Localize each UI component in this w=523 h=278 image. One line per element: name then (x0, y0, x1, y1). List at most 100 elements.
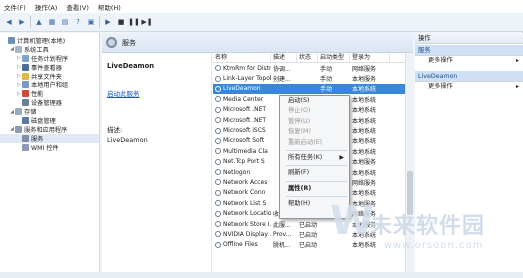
tree-item[interactable]: ◢ 服务和应用程序 (0, 125, 99, 134)
forward-icon[interactable]: ▶ (17, 17, 27, 27)
tree-item[interactable]: ▷ 任务计划程序 (0, 54, 99, 63)
service-name-cell: Network Locatio... (213, 210, 271, 217)
list-scrollbar[interactable] (405, 53, 413, 272)
tree-item-label: 任务计划程序 (31, 55, 69, 63)
tree-item-label: WMI 控件 (31, 144, 59, 152)
service-name-cell: Microsoft Soft (213, 137, 271, 144)
service-description: 创建... (273, 76, 291, 84)
properties-icon[interactable]: ▣ (86, 17, 96, 27)
stop-icon[interactable]: ■ (116, 17, 126, 27)
toolbar-divider (99, 16, 100, 28)
event-icon (22, 63, 29, 71)
menu-separator (286, 165, 347, 167)
service-gear-icon (215, 85, 221, 92)
tree-item[interactable]: ◢ 存储 (0, 107, 99, 116)
restart-icon[interactable]: ▶❚ (141, 17, 152, 27)
service-name: LiveDeamon (223, 85, 261, 93)
service-description-panel: LiveDeamon 启动此服务 描述: LiveDeamon (102, 53, 212, 272)
menu-bar: 文件(F) 操作(A) 查看(V) 帮助(H) (0, 0, 523, 13)
export-icon[interactable]: ▤ (60, 17, 70, 27)
scrollbar-thumb[interactable] (407, 171, 413, 215)
play-icon[interactable]: ▶ (103, 17, 113, 27)
service-logon: 本地服务 (352, 200, 377, 208)
menu-view[interactable]: 查看(V) (66, 2, 89, 12)
service-name: Link-Layer Topol... (223, 75, 271, 83)
more-actions-livedeamon[interactable]: 更多操作 (415, 82, 523, 91)
service-logon: 本地系统 (352, 107, 377, 115)
tree-item[interactable]: ◢ 系统工具 (0, 45, 99, 54)
service-name-cell: Network List S (213, 200, 271, 207)
back-icon[interactable]: ◀ (4, 17, 14, 27)
service-gear-icon (215, 96, 221, 103)
help-icon[interactable]: ? (73, 17, 83, 27)
tree-item[interactable]: 计算机管理(本地) (0, 36, 99, 45)
table-row[interactable]: KtmRm for Distri...协调... 手动 网络服务 (213, 63, 413, 73)
table-row[interactable]: Link-Layer Topol...创建... 手动 本地服务 (213, 73, 413, 83)
description-value: LiveDeamon (107, 136, 148, 144)
context-menu-item[interactable]: 刷新(F) (280, 168, 349, 178)
column-log-on-as[interactable]: 登录为 (350, 53, 390, 63)
show-hide-tree-icon[interactable]: ▦ (47, 17, 57, 27)
actions-section-livedeamon[interactable]: LiveDeamon (415, 71, 523, 82)
menu-separator (286, 149, 347, 151)
menu-file[interactable]: 文件(F) (4, 2, 26, 12)
table-row[interactable]: NVIDIA Display ... Prov... 已启动 本地系统 (213, 229, 413, 239)
service-name: Network Store I... (223, 220, 271, 228)
tree-item[interactable]: ▷ 性能 (0, 89, 99, 98)
service-gear-icon (215, 200, 221, 207)
service-logon: 本地系统 (352, 128, 377, 136)
up-icon[interactable]: ▲ (34, 17, 44, 27)
service-name: KtmRm for Distri... (223, 64, 271, 72)
tree-item-label: 性能 (31, 91, 44, 99)
service-startup-type: 手动 (320, 86, 333, 94)
service-name-cell: Offline Files (213, 241, 271, 248)
context-menu-item[interactable]: 属性(R) (280, 184, 349, 194)
toolbar-divider (30, 16, 31, 28)
start-service-link[interactable]: 启动此服务 (107, 88, 206, 98)
tree-item[interactable]: ▷ 本地用户和组 (0, 80, 99, 89)
service-name-cell: Network Conn (213, 189, 271, 196)
menu-help[interactable]: 帮助(H) (98, 2, 121, 12)
navigation-tree: 计算机管理(本地) ◢ 系统工具 ▷ 任务计划程序 ▷ 事件查看器 ▷ 共享文件夹 ▷ 本地用户和组… (0, 33, 100, 272)
tree-item[interactable]: 磁盘管理 (0, 116, 99, 125)
computer-management-window: 文件(F) 操作(A) 查看(V) 帮助(H) ◀ ▶ ▲ ▦ ▤ ? ▣ ▶ … (0, 0, 523, 272)
context-menu-item-label: 暂停(U) (288, 117, 311, 125)
service-gear-icon (215, 75, 221, 82)
context-menu-item[interactable]: 启动(S) (280, 96, 349, 106)
column-description[interactable]: 描述 (271, 53, 297, 63)
service-name-cell: KtmRm for Distri... (213, 65, 271, 72)
context-menu-item[interactable]: 帮助(H) (280, 199, 349, 209)
tree-item[interactable]: 设备管理器 (0, 98, 99, 107)
service-logon: 本地系统 (352, 242, 377, 250)
table-row[interactable]: Network Store I... 此服... 已启动 本地服务 (213, 219, 413, 229)
service-name: Microsoft .NET (223, 116, 267, 124)
column-name[interactable]: 名称 (213, 53, 271, 63)
tree-item[interactable]: WMI 控件 (0, 143, 99, 152)
tree-item[interactable]: 服务 (0, 133, 99, 143)
tree-item[interactable]: ▷ 共享文件夹 (0, 72, 99, 81)
table-row[interactable]: LiveDeamon 手动 本地系统 (213, 83, 413, 95)
pause-icon[interactable]: ❚❚ (128, 17, 140, 27)
tree-item-label: 事件查看器 (31, 64, 62, 72)
menu-action[interactable]: 操作(A) (35, 2, 58, 12)
service-gear-icon (215, 158, 221, 165)
service-gear-icon (215, 127, 221, 134)
more-actions-services[interactable]: 更多操作 (415, 56, 523, 65)
service-gear-icon (215, 210, 221, 217)
column-status[interactable]: 状态 (297, 53, 318, 63)
service-gear-icon (215, 221, 221, 228)
column-startup-type[interactable]: 启动类型 (318, 53, 350, 63)
service-logon: 本地系统 (352, 86, 377, 94)
wmi-icon (22, 143, 29, 151)
tree-item-label: 共享文件夹 (31, 73, 62, 81)
table-row[interactable]: Offline Files 脱机... 已启动 本地系统 (213, 240, 413, 250)
context-menu-item-label: 所有任务(K) (288, 153, 323, 161)
service-gear-icon (215, 241, 221, 248)
services-header: 服务 (102, 33, 413, 53)
context-menu-item[interactable]: 所有任务(K) ▶ (280, 153, 349, 163)
service-gear-icon (215, 169, 221, 176)
service-name-cell: Link-Layer Topol... (213, 75, 271, 82)
tree-item[interactable]: ▷ 事件查看器 (0, 63, 99, 72)
service-description: Prov... (273, 230, 292, 238)
actions-section-services[interactable]: 服务 (415, 45, 523, 56)
